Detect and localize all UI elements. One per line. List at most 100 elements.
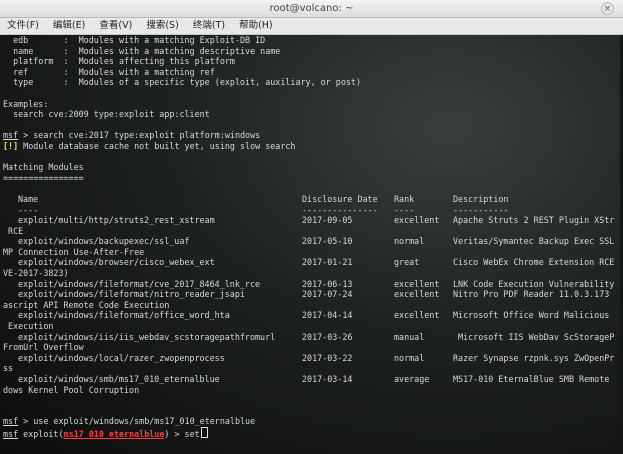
module-rank: great xyxy=(394,257,420,268)
module-name: exploit/windows/fileformat/office_word_h… xyxy=(18,310,230,321)
module-name: exploit/windows/backupexec/ssl_uaf xyxy=(18,236,190,247)
menu-file[interactable]: 文件(F) xyxy=(7,18,39,34)
menu-search[interactable]: 搜索(S) xyxy=(146,18,178,34)
close-button[interactable]: × xyxy=(601,2,614,15)
search-command-line: msf > search cve:2017 type:exploit platf… xyxy=(3,130,623,141)
terminal-output[interactable]: edb : Modules with a matching Exploit-DB… xyxy=(0,35,623,454)
col-name-rule: ---- xyxy=(18,204,39,215)
module-desc: Microsoft Office Word Malicious xyxy=(453,310,610,321)
msf-prompt: msf xyxy=(3,130,19,141)
table-row: exploit/windows/local/razer_zwopenproces… xyxy=(3,353,623,364)
menu-view[interactable]: 查看(V) xyxy=(99,18,132,34)
warning-line: [!] Module database cache not built yet,… xyxy=(3,141,623,152)
examples-header: Examples: xyxy=(3,98,49,109)
col-date-rule: --------------- xyxy=(302,204,378,215)
module-name: exploit/windows/local/razer_zwopenproces… xyxy=(18,352,225,363)
table-row: exploit/windows/fileformat/nitro_reader_… xyxy=(3,289,623,300)
module-date: 2017-07-24 xyxy=(302,289,353,300)
module-date: 2017-03-14 xyxy=(302,374,353,384)
menu-terminal[interactable]: 终端(T) xyxy=(193,18,225,34)
module-rank: excellent xyxy=(394,215,440,226)
use-command-line: msf > use exploit/windows/smb/ms17_010_e… xyxy=(3,416,623,427)
exploit-suffix: ) > xyxy=(164,428,185,439)
module-name: exploit/windows/browser/cisco_webex_ext xyxy=(18,257,215,268)
table-row: exploit/windows/iis/iis_webdav_scstorage… xyxy=(3,332,623,343)
table-row: exploit/windows/fileformat/cve_2017_8464… xyxy=(3,279,623,290)
module-name: exploit/multi/http/struts2_rest_xstream xyxy=(18,215,215,226)
module-desc: Cisco WebEx Chrome Extension RCE xyxy=(453,257,615,268)
search-command: > search cve:2017 type:exploit platform:… xyxy=(18,130,261,141)
table-row: exploit/windows/fileformat/office_word_h… xyxy=(3,310,623,321)
module-date: 2017-03-26 xyxy=(302,331,353,342)
module-name: exploit/windows/fileformat/nitro_reader_… xyxy=(18,289,245,300)
col-rank-rule: ---- xyxy=(394,204,415,215)
help-line: platform : Modules affecting this platfo… xyxy=(3,56,235,67)
warning-tag: [!] xyxy=(3,140,19,151)
module-desc: Razer Synapse rzpnk.sys ZwOpenPr xyxy=(453,352,615,363)
table-row: exploit/windows/backupexec/ssl_uaf 2017-… xyxy=(3,236,623,247)
table-row: exploit/windows/smb/ms17_010_eternalblue… xyxy=(3,374,623,385)
module-date: 2017-06-13 xyxy=(302,278,353,289)
module-rank: manual xyxy=(394,331,425,342)
module-date: 2017-03-22 xyxy=(302,352,353,363)
help-line: edb : Modules with a matching Exploit-DB… xyxy=(3,35,266,45)
col-date-header: Disclosure Date xyxy=(302,193,378,204)
menu-edit[interactable]: 编辑(E) xyxy=(53,18,85,34)
module-rank: average xyxy=(394,374,430,384)
module-date: 2017-09-05 xyxy=(302,215,353,226)
cursor-icon xyxy=(200,426,208,438)
module-name: exploit/windows/fileformat/cve_2017_8464… xyxy=(18,278,261,289)
title-bar: root@volcano: ~ × xyxy=(0,0,623,18)
module-desc: Microsoft IIS WebDav ScStorageP xyxy=(453,331,615,342)
module-desc-wrap: MP Connection Use-After-Free xyxy=(3,246,145,257)
module-date: 2017-04-14 xyxy=(302,310,353,321)
table-row: exploit/windows/browser/cisco_webex_ext … xyxy=(3,257,623,268)
exploit-module-name: ms17_010_eternalblue xyxy=(63,428,165,439)
module-rank: excellent xyxy=(394,278,440,289)
current-prompt-line[interactable]: msf exploit(ms17_010_eternalblue) > set xyxy=(3,426,623,439)
exploit-prefix: exploit( xyxy=(18,428,64,439)
module-name: exploit/windows/smb/ms17_010_eternalblue xyxy=(18,374,220,384)
matching-modules-header: Matching Modules xyxy=(3,162,84,173)
col-name-header: Name xyxy=(18,193,39,204)
module-desc-wrap: VE-2017-3823) xyxy=(3,268,69,279)
warning-text: Module database cache not built yet, usi… xyxy=(18,140,296,151)
module-rank: excellent xyxy=(394,289,440,300)
module-desc: LNK Code Execution Vulnerability xyxy=(453,278,615,289)
examples-line: search cve:2009 type:exploit app:client xyxy=(3,109,210,120)
typed-input[interactable]: set xyxy=(185,429,200,439)
menu-help[interactable]: 帮助(H) xyxy=(239,18,273,34)
module-rank: excellent xyxy=(394,310,440,321)
module-desc: MS17-010 EternalBlue SMB Remote xyxy=(453,374,610,384)
table-row: exploit/multi/http/struts2_rest_xstream … xyxy=(3,215,623,226)
window-title: root@volcano: ~ xyxy=(269,3,354,14)
help-line: name : Modules with a matching descripti… xyxy=(3,45,281,56)
help-line: type : Modules of a specific type (explo… xyxy=(3,77,361,88)
col-desc-header: Description xyxy=(453,193,509,204)
module-desc: Apache Struts 2 REST Plugin XStr xyxy=(453,215,615,226)
table-header: Name Disclosure Date Rank Description xyxy=(3,194,623,205)
module-desc-wrap: dows Kernel Pool Corruption xyxy=(3,384,140,395)
module-date: 2017-05-10 xyxy=(302,236,353,247)
module-desc-wrap: ss xyxy=(3,363,14,374)
module-desc: Veritas/Symantec Backup Exec SSL xyxy=(453,236,615,247)
col-rank-header: Rank xyxy=(394,193,415,204)
table-header-rule: ---- --------------- ---- ----------- xyxy=(3,205,623,216)
help-line: ref : Modules with a matching ref xyxy=(3,66,215,77)
matching-modules-rule: ================ xyxy=(3,172,84,183)
module-desc-wrap: RCE xyxy=(3,225,24,236)
col-desc-rule: ----------- xyxy=(453,204,509,215)
module-desc-wrap: Execution xyxy=(3,321,54,332)
menu-bar: 文件(F) 编辑(E) 查看(V) 搜索(S) 终端(T) 帮助(H) xyxy=(0,18,623,35)
module-desc-wrap: FromUrl Overflow xyxy=(3,342,84,353)
module-desc-wrap: ascript API Remote Code Execution xyxy=(3,299,170,310)
use-command: > use exploit/windows/smb/ms17_010_etern… xyxy=(18,416,256,427)
module-rank: normal xyxy=(394,236,425,247)
module-rank: normal xyxy=(394,352,425,363)
